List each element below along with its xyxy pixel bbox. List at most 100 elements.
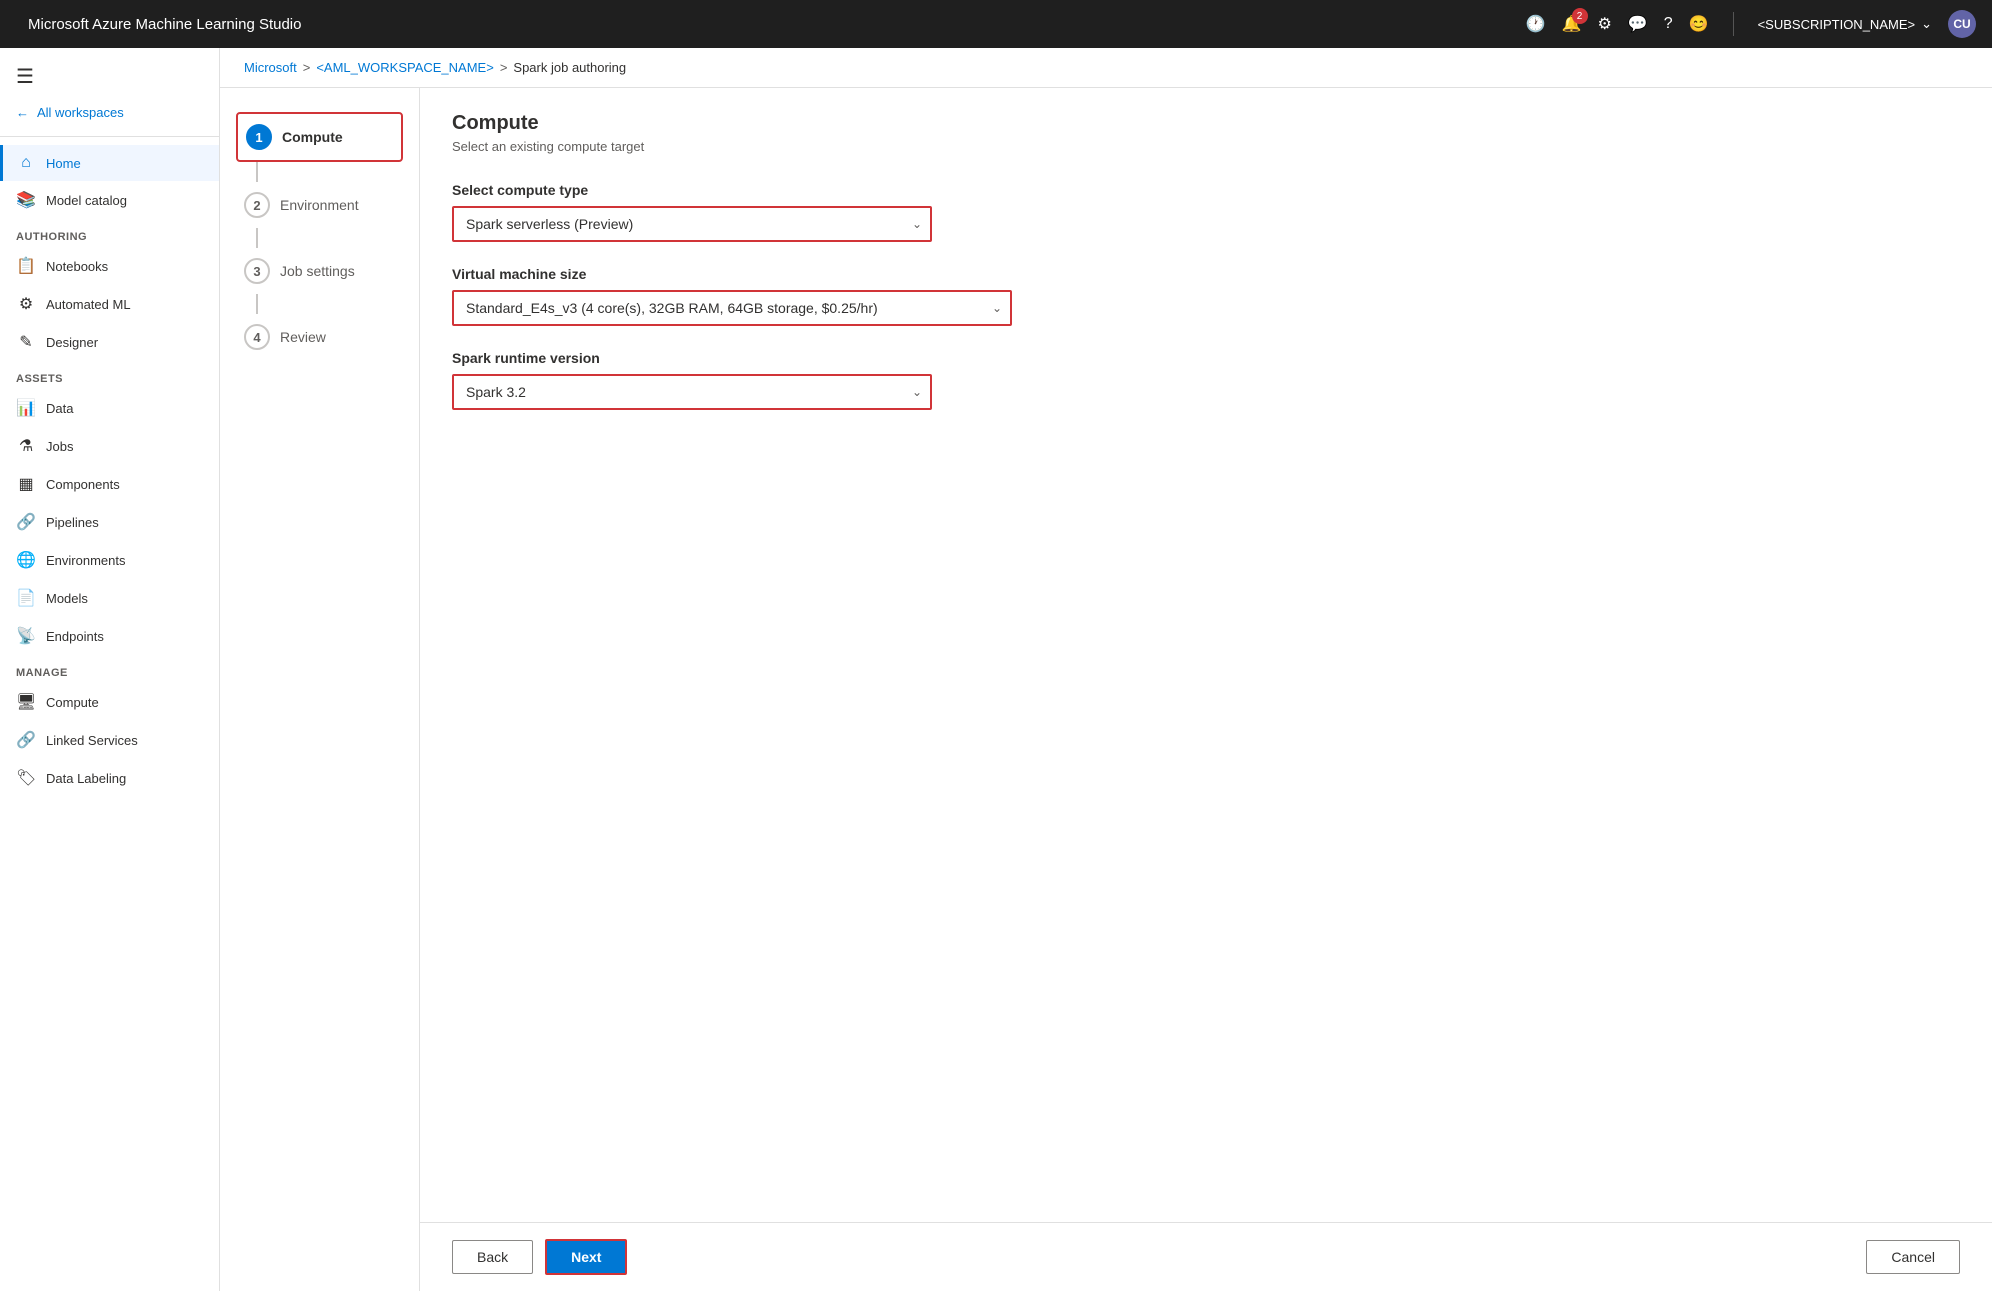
models-icon: 📄 (16, 588, 36, 608)
sidebar-item-data[interactable]: 📊 Data (0, 389, 219, 427)
subscription-name: <SUBSCRIPTION_NAME> (1758, 17, 1916, 32)
breadcrumb-current: Spark job authoring (513, 60, 626, 75)
content-area: Microsoft > <AML_WORKSPACE_NAME> > Spark… (220, 48, 1992, 1291)
form-title: Compute (452, 112, 1960, 135)
sidebar-item-designer[interactable]: ✎ Designer (0, 323, 219, 361)
breadcrumb-sep-2: > (500, 60, 508, 75)
compute-type-label: Select compute type (452, 182, 1960, 198)
step-label-review: Review (280, 329, 326, 345)
user-avatar[interactable]: CU (1948, 10, 1976, 38)
breadcrumb: Microsoft > <AML_WORKSPACE_NAME> > Spark… (220, 48, 1992, 88)
home-icon: ⌂ (16, 154, 36, 172)
back-button[interactable]: Back (452, 1240, 533, 1274)
step-circle-3: 3 (244, 258, 270, 284)
back-arrow-icon: ← (16, 105, 29, 120)
spark-version-label: Spark runtime version (452, 350, 1960, 366)
main-layout: ☰ ← All workspaces ⌂ Home 📚 Model catalo… (0, 48, 1992, 1291)
form-footer: Back Next Cancel (420, 1222, 1992, 1291)
history-icon[interactable]: 🕐 (1526, 14, 1546, 34)
spark-version-group: Spark runtime version Spark 3.2 Spark 3.… (452, 350, 1960, 410)
jobs-icon: ⚗ (16, 436, 36, 456)
linked-services-icon: 🔗 (16, 730, 36, 750)
sidebar-item-notebooks[interactable]: 📋 Notebooks (0, 247, 219, 285)
step-connector-1-2 (256, 162, 258, 182)
step-circle-2: 2 (244, 192, 270, 218)
sidebar-data-labeling-label: Data Labeling (46, 771, 126, 786)
data-labeling-icon: 🏷 (16, 768, 36, 788)
wizard-layout: 1 Compute 2 Environment 3 Job settings 4… (220, 88, 1992, 1291)
all-workspaces-link[interactable]: ← All workspaces (0, 97, 219, 128)
endpoints-icon: 📡 (16, 626, 36, 646)
sidebar-environments-label: Environments (46, 553, 125, 568)
sidebar-item-automated-ml[interactable]: ⚙ Automated ML (0, 285, 219, 323)
vm-size-label: Virtual machine size (452, 266, 1960, 282)
spark-version-select[interactable]: Spark 3.2 Spark 3.1 (452, 374, 932, 410)
sidebar-item-pipelines[interactable]: 🔗 Pipelines (0, 503, 219, 541)
account-info[interactable]: <SUBSCRIPTION_NAME> ⌄ (1758, 16, 1932, 32)
sidebar-designer-label: Designer (46, 335, 98, 350)
dropdown-chevron: ⌄ (1921, 16, 1932, 32)
compute-type-select-wrapper: Spark serverless (Preview) Attached Spar… (452, 206, 932, 242)
step-label-job-settings: Job settings (280, 263, 355, 279)
sidebar-compute-label: Compute (46, 695, 99, 710)
sidebar-jobs-label: Jobs (46, 439, 73, 454)
menu-button[interactable]: ☰ (0, 56, 219, 97)
wizard-step-review: 4 Review (236, 314, 403, 360)
step-connector-3-4 (256, 294, 258, 314)
sidebar-item-components[interactable]: ▦ Components (0, 465, 219, 503)
sidebar-item-models[interactable]: 📄 Models (0, 579, 219, 617)
sidebar-item-environments[interactable]: 🌐 Environments (0, 541, 219, 579)
vm-size-select-wrapper: Standard_E4s_v3 (4 core(s), 32GB RAM, 64… (452, 290, 1012, 326)
wizard-steps: 1 Compute 2 Environment 3 Job settings 4… (220, 88, 420, 1291)
hamburger-icon: ☰ (16, 64, 34, 89)
components-icon: ▦ (16, 474, 36, 494)
compute-type-group: Select compute type Spark serverless (Pr… (452, 182, 1960, 242)
step-label-compute: Compute (282, 129, 343, 145)
sidebar-automated-ml-label: Automated ML (46, 297, 131, 312)
notification-icon[interactable]: 🔔 2 (1562, 14, 1582, 34)
sidebar-endpoints-label: Endpoints (46, 629, 104, 644)
sidebar: ☰ ← All workspaces ⌂ Home 📚 Model catalo… (0, 48, 220, 1291)
sidebar-item-home[interactable]: ⌂ Home (0, 145, 219, 181)
breadcrumb-microsoft[interactable]: Microsoft (244, 60, 297, 75)
sidebar-item-model-catalog[interactable]: 📚 Model catalog (0, 181, 219, 219)
notification-badge: 2 (1572, 8, 1588, 24)
section-assets: Assets (0, 361, 219, 389)
step-circle-4: 4 (244, 324, 270, 350)
vm-size-select[interactable]: Standard_E4s_v3 (4 core(s), 32GB RAM, 64… (452, 290, 1012, 326)
all-workspaces-label: All workspaces (37, 105, 124, 120)
breadcrumb-sep-1: > (303, 60, 311, 75)
sidebar-item-endpoints[interactable]: 📡 Endpoints (0, 617, 219, 655)
compute-type-select[interactable]: Spark serverless (Preview) Attached Spar… (452, 206, 932, 242)
step-circle-1: 1 (246, 124, 272, 150)
data-icon: 📊 (16, 398, 36, 418)
user-icon[interactable]: 😊 (1689, 14, 1709, 34)
sidebar-item-data-labeling[interactable]: 🏷 Data Labeling (0, 759, 219, 797)
sidebar-item-compute[interactable]: 🖥 Compute (0, 683, 219, 721)
topbar-title: Microsoft Azure Machine Learning Studio (28, 16, 1526, 33)
form-wrapper: Compute Select an existing compute targe… (420, 88, 1992, 1291)
feedback-icon[interactable]: 💬 (1628, 14, 1648, 34)
designer-icon: ✎ (16, 332, 36, 352)
wizard-step-compute: 1 Compute (236, 112, 403, 162)
step-connector-2-3 (256, 228, 258, 248)
wizard-step-job-settings: 3 Job settings (236, 248, 403, 294)
topbar-separator (1733, 12, 1734, 36)
sidebar-models-label: Models (46, 591, 88, 606)
model-catalog-icon: 📚 (16, 190, 36, 210)
spark-version-select-wrapper: Spark 3.2 Spark 3.1 ⌄ (452, 374, 932, 410)
help-icon[interactable]: ? (1664, 15, 1673, 33)
section-manage: Manage (0, 655, 219, 683)
settings-icon[interactable]: ⚙ (1598, 14, 1612, 34)
wizard-step-environment: 2 Environment (236, 182, 403, 228)
section-authoring: Authoring (0, 219, 219, 247)
sidebar-item-linked-services[interactable]: 🔗 Linked Services (0, 721, 219, 759)
next-button[interactable]: Next (545, 1239, 627, 1275)
sidebar-item-jobs[interactable]: ⚗ Jobs (0, 427, 219, 465)
cancel-button[interactable]: Cancel (1866, 1240, 1960, 1274)
sidebar-data-label: Data (46, 401, 73, 416)
breadcrumb-workspace[interactable]: <AML_WORKSPACE_NAME> (316, 60, 493, 75)
form-area: Compute Select an existing compute targe… (420, 88, 1992, 1222)
sidebar-notebooks-label: Notebooks (46, 259, 108, 274)
compute-icon: 🖥 (16, 692, 36, 712)
